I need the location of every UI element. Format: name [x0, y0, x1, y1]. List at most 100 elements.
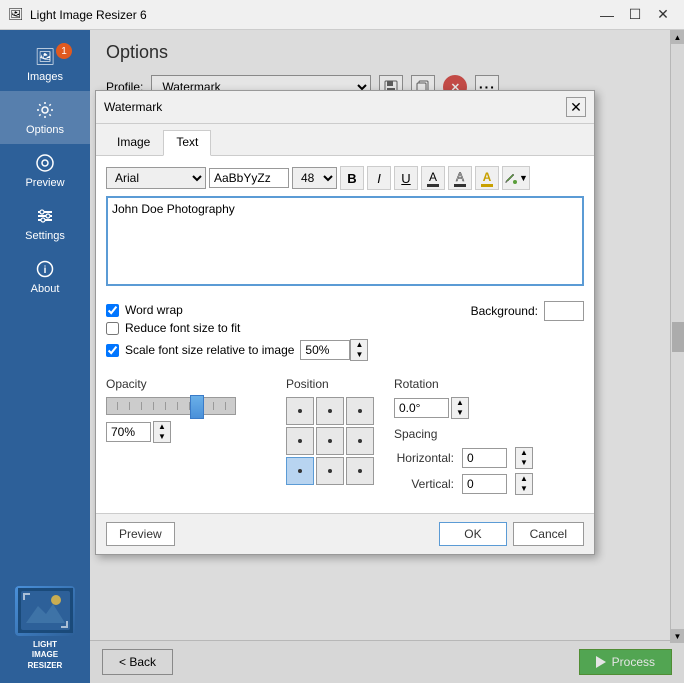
watermark-text-input[interactable]: John Doe Photography: [106, 196, 584, 286]
sidebar-item-about[interactable]: i About: [0, 250, 90, 303]
rotation-input[interactable]: [394, 398, 449, 418]
settings-icon: [34, 205, 56, 227]
sidebar-item-images[interactable]: 🖼 Images 1: [0, 38, 90, 91]
sidebar: 🖼 Images 1 Options Preview: [0, 30, 90, 683]
svg-text:i: i: [44, 265, 47, 276]
paint-bucket-button[interactable]: ▼: [502, 166, 530, 190]
dialog-body: Arial 48 1214182436 B I U A: [96, 156, 594, 513]
scale-font-row: Scale font size relative to image ▲ ▼: [106, 339, 368, 361]
horiz-spin-down[interactable]: ▼: [516, 458, 532, 468]
slider-dot: [141, 402, 142, 410]
dialog-tabs: Image Text: [96, 124, 594, 156]
word-wrap-row: Word wrap: [106, 303, 368, 317]
vertical-spacing-input[interactable]: [462, 474, 507, 494]
checkboxes-section: Word wrap Reduce font size to fit Scale …: [106, 295, 368, 369]
font-size-select[interactable]: 48 1214182436: [292, 167, 337, 189]
images-icon: 🖼: [34, 46, 56, 68]
window-controls: — ☐ ✕: [594, 5, 676, 25]
pos-bot-right[interactable]: [346, 457, 374, 485]
opacity-input[interactable]: [106, 422, 151, 442]
font-color-yellow-button[interactable]: A: [475, 166, 499, 190]
maximize-button[interactable]: ☐: [622, 5, 648, 25]
scale-spin-up[interactable]: ▲: [351, 340, 367, 350]
slider-dot: [177, 402, 178, 410]
opacity-spinner: ▲ ▼: [153, 421, 171, 443]
lower-controls: Opacity: [106, 369, 584, 503]
pos-top-center[interactable]: [316, 397, 344, 425]
options-icon: [34, 99, 56, 121]
background-color-box[interactable]: [544, 301, 584, 321]
italic-button[interactable]: I: [367, 166, 391, 190]
pos-mid-center[interactable]: [316, 427, 344, 455]
vert-spin-down[interactable]: ▼: [516, 484, 532, 494]
logo-text: LIGHT IMAGE RESIZER: [15, 640, 75, 671]
font-color-outline-button[interactable]: A: [448, 166, 472, 190]
scale-spin-down[interactable]: ▼: [351, 350, 367, 360]
slider-dots: [107, 398, 235, 414]
tab-text[interactable]: Text: [163, 130, 211, 156]
word-wrap-label: Word wrap: [125, 303, 183, 317]
font-preview: [209, 168, 289, 188]
opacity-spin-up[interactable]: ▲: [154, 422, 170, 432]
opacity-section: Opacity: [106, 377, 266, 499]
scale-spinner: ▲ ▼: [350, 339, 368, 361]
dialog-cancel-button[interactable]: Cancel: [513, 522, 584, 546]
pos-mid-right[interactable]: [346, 427, 374, 455]
pos-top-right[interactable]: [346, 397, 374, 425]
word-wrap-checkbox[interactable]: [106, 304, 119, 317]
slider-dot: [153, 402, 154, 410]
opacity-slider-track[interactable]: [106, 397, 236, 415]
dialog-preview-button[interactable]: Preview: [106, 522, 175, 546]
pos-dot: [298, 469, 302, 473]
app-icon: 🖼: [8, 7, 24, 23]
scale-font-input[interactable]: [300, 340, 350, 360]
images-badge: 1: [56, 43, 72, 59]
rotation-spin-up[interactable]: ▲: [452, 398, 468, 408]
pos-top-left[interactable]: [286, 397, 314, 425]
pos-bot-left[interactable]: [286, 457, 314, 485]
dialog-ok-button[interactable]: OK: [439, 522, 506, 546]
opacity-slider-thumb[interactable]: [190, 395, 204, 419]
rotation-spacing-section: Rotation ▲ ▼ Spacing: [394, 377, 533, 499]
pos-dot: [298, 439, 302, 443]
pos-bot-center[interactable]: [316, 457, 344, 485]
reduce-font-checkbox[interactable]: [106, 322, 119, 335]
slider-dot: [213, 402, 214, 410]
spacing-section: Spacing Horizontal: ▲ ▼: [394, 427, 533, 495]
font-color-button[interactable]: A: [421, 166, 445, 190]
rotation-label: Rotation: [394, 377, 533, 391]
watermark-dialog: Watermark ✕ Image Text Arial: [95, 90, 595, 555]
scale-font-label: Scale font size relative to image: [125, 343, 294, 357]
pos-dot: [328, 409, 332, 413]
sidebar-item-preview-label: Preview: [25, 177, 64, 189]
underline-button[interactable]: U: [394, 166, 418, 190]
vert-spin-up[interactable]: ▲: [516, 474, 532, 484]
horiz-spin-up[interactable]: ▲: [516, 448, 532, 458]
sidebar-item-preview[interactable]: Preview: [0, 144, 90, 197]
sidebar-item-about-label: About: [31, 283, 60, 295]
bold-button[interactable]: B: [340, 166, 364, 190]
minimize-button[interactable]: —: [594, 5, 620, 25]
rotation-spinner: ▲ ▼: [451, 397, 469, 419]
horizontal-spacing-input[interactable]: [462, 448, 507, 468]
pos-mid-left[interactable]: [286, 427, 314, 455]
tab-image[interactable]: Image: [104, 130, 163, 155]
opacity-spin-down[interactable]: ▼: [154, 432, 170, 442]
rotation-input-row: ▲ ▼: [394, 397, 533, 419]
main-layout: 🖼 Images 1 Options Preview: [0, 30, 684, 683]
sidebar-item-options[interactable]: Options: [0, 91, 90, 144]
dialog-close-button[interactable]: ✕: [566, 97, 586, 117]
sidebar-item-settings[interactable]: Settings: [0, 197, 90, 250]
position-grid: [286, 397, 374, 485]
pos-dot: [358, 439, 362, 443]
rotation-spin-down[interactable]: ▼: [452, 408, 468, 418]
font-family-select[interactable]: Arial: [106, 167, 206, 189]
position-section: Position: [286, 377, 374, 499]
scale-font-checkbox[interactable]: [106, 344, 119, 357]
close-button[interactable]: ✕: [650, 5, 676, 25]
vertical-spinner: ▲ ▼: [515, 473, 533, 495]
pos-dot: [328, 439, 332, 443]
title-bar: 🖼 Light Image Resizer 6 — ☐ ✕: [0, 0, 684, 30]
background-section: Background:: [471, 295, 584, 321]
sidebar-item-settings-label: Settings: [25, 230, 65, 242]
